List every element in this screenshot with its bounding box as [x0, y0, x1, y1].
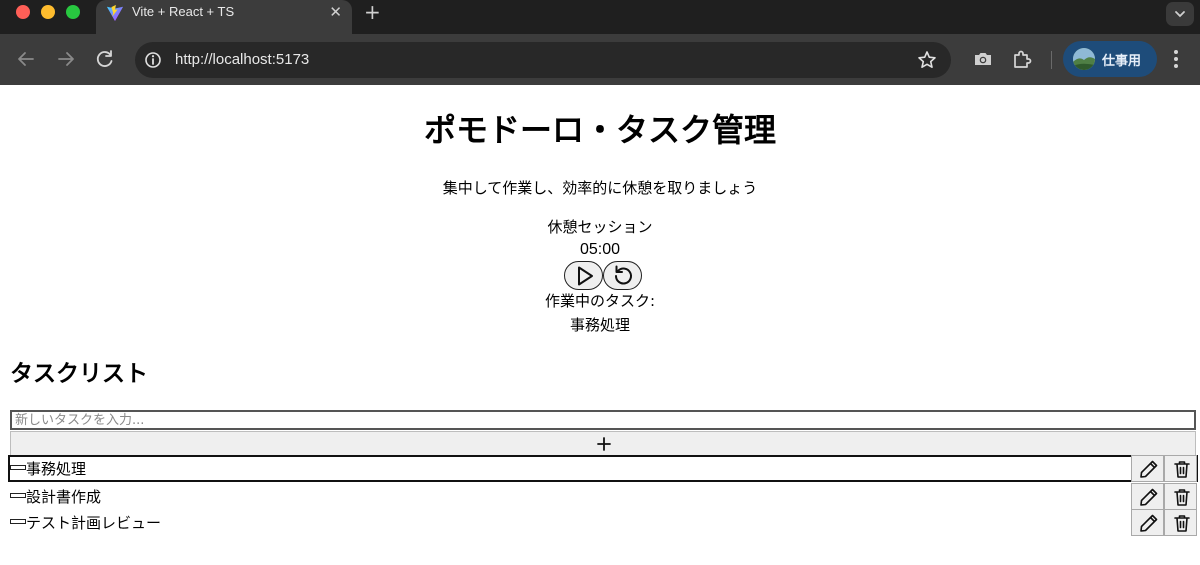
- profile-button[interactable]: 仕事用: [1063, 41, 1157, 77]
- camera-icon[interactable]: [972, 48, 994, 70]
- task-name: 事務処理: [26, 460, 87, 478]
- page-title: ポモドーロ・タスク管理: [423, 111, 776, 149]
- rotate-ccw-icon: [615, 265, 632, 285]
- drag-handle-icon[interactable]: [10, 519, 26, 524]
- session-label: 休憩セッション: [547, 218, 653, 236]
- window-close-button[interactable]: [16, 5, 30, 19]
- current-task-label: 作業中のタスク:: [544, 292, 656, 310]
- tab-search-button[interactable]: [1166, 2, 1194, 26]
- drag-handle-icon[interactable]: [10, 465, 26, 470]
- task-row[interactable]: 設計書作成: [8, 483, 1198, 510]
- extensions-puzzle-icon[interactable]: [1011, 48, 1033, 70]
- current-task-name: 事務処理: [569, 316, 630, 334]
- plus-icon: [597, 437, 611, 451]
- trash-icon: [1174, 461, 1190, 478]
- play-icon: [578, 266, 593, 286]
- avatar: [1073, 48, 1095, 70]
- reload-icon[interactable]: [93, 47, 117, 71]
- add-task-button[interactable]: [10, 431, 1196, 456]
- timer-display: 05:00: [579, 241, 621, 258]
- site-info-icon[interactable]: [144, 51, 162, 69]
- edit-task-button[interactable]: [1131, 509, 1164, 536]
- pencil-icon: [1140, 514, 1158, 532]
- edit-task-button[interactable]: [1131, 483, 1164, 510]
- pencil-icon: [1140, 460, 1158, 478]
- reset-timer-button[interactable]: [603, 261, 642, 290]
- delete-task-button[interactable]: [1164, 509, 1197, 536]
- trash-icon: [1174, 515, 1190, 532]
- timer-controls: [564, 261, 644, 290]
- task-row[interactable]: テスト計画レビュー: [8, 509, 1198, 536]
- profile-label: 仕事用: [1102, 54, 1142, 69]
- edit-task-button[interactable]: [1131, 455, 1164, 482]
- trash-icon: [1174, 489, 1190, 506]
- task-name: テスト計画レビュー: [26, 514, 162, 532]
- new-task-input[interactable]: [10, 410, 1196, 430]
- address-url: http://localhost:5173: [175, 51, 310, 68]
- window-zoom-button[interactable]: [66, 5, 80, 19]
- chevron-down-icon: [1175, 11, 1185, 18]
- address-bar[interactable]: http://localhost:5173: [135, 42, 951, 78]
- browser-tab-active[interactable]: Vite + React + TS ✕: [96, 0, 352, 34]
- bookmark-star-icon[interactable]: [917, 50, 937, 70]
- app-page: ポモドーロ・タスク管理 集中して作業し、効率的に休憩を取りましょう 休憩セッショ…: [0, 85, 1200, 565]
- start-timer-button[interactable]: [564, 261, 603, 290]
- vite-logo-icon: [106, 4, 124, 22]
- page-subtitle: 集中して作業し、効率的に休憩を取りましょう: [442, 179, 758, 197]
- browser-tabstrip: Vite + React + TS ✕ +: [0, 0, 1200, 34]
- drag-handle-icon[interactable]: [10, 493, 26, 498]
- window-minimize-button[interactable]: [41, 5, 55, 19]
- more-vert-icon[interactable]: [1172, 48, 1180, 70]
- task-name: 設計書作成: [26, 488, 102, 506]
- delete-task-button[interactable]: [1164, 483, 1197, 510]
- task-row[interactable]: 事務処理: [8, 455, 1198, 482]
- forward-arrow-icon[interactable]: [54, 47, 78, 71]
- new-tab-icon[interactable]: +: [364, 1, 381, 23]
- toolbar-divider: [1051, 51, 1052, 69]
- tab-title: Vite + React + TS: [132, 4, 235, 19]
- pencil-icon: [1140, 488, 1158, 506]
- task-list-heading: タスクリスト: [10, 361, 148, 387]
- avatar-landscape-icon: [1073, 48, 1095, 70]
- browser-toolbar: http://localhost:5173 仕事用: [0, 34, 1200, 85]
- back-arrow-icon[interactable]: [14, 47, 38, 71]
- delete-task-button[interactable]: [1164, 455, 1197, 482]
- tab-close-icon[interactable]: ✕: [329, 3, 342, 21]
